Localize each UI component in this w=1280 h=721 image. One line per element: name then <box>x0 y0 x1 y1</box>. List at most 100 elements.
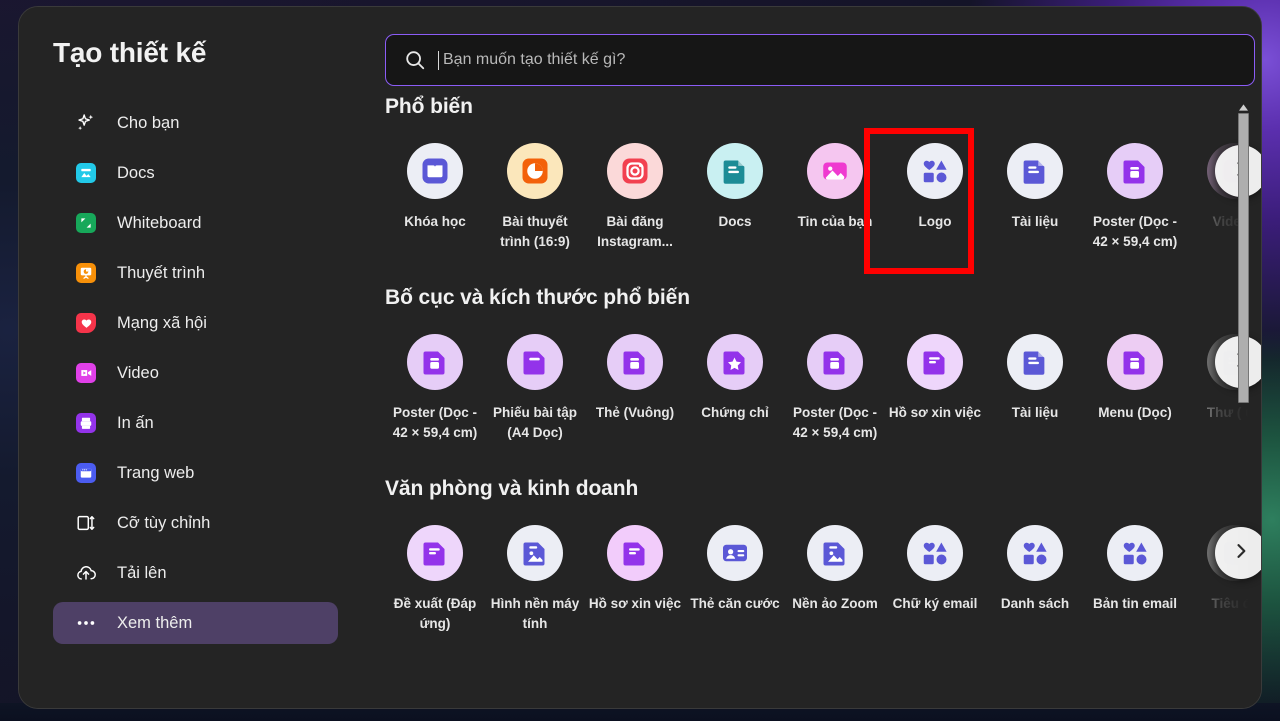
sidebar-item-label: Thuyết trình <box>117 263 206 282</box>
social-heart-icon <box>75 312 97 334</box>
sidebar-item-10[interactable]: Xem thêm <box>53 602 338 644</box>
template-tile-label: Thẻ căn cước <box>690 596 780 611</box>
sidebar-item-5[interactable]: Video <box>53 352 338 394</box>
id-card-icon <box>707 525 763 581</box>
template-tile-label: Poster (Dọc - 42 × 59,4 cm) <box>1092 214 1178 249</box>
wallpaper-icon <box>507 525 563 581</box>
template-tile[interactable]: Bài đăng Instagram... <box>585 143 685 252</box>
doc-icon <box>707 143 763 199</box>
template-tile[interactable]: Poster (Dọc - 42 × 59,4 cm) <box>1085 143 1185 252</box>
video-icon <box>75 362 97 384</box>
template-row: Poster (Dọc - 42 × 59,4 cm) Phiếu bài tập… <box>366 328 1261 458</box>
sidebar-item-label: Xem thêm <box>117 613 193 632</box>
doc-icon <box>1007 334 1063 390</box>
template-tile[interactable]: Thẻ căn cước <box>685 525 785 634</box>
wallpaper-icon <box>807 525 863 581</box>
template-tile[interactable]: Poster (Dọc - 42 × 59,4 cm) <box>385 334 485 443</box>
sidebar-item-8[interactable]: Cỡ tùy chỉnh <box>53 502 338 544</box>
upload-cloud-icon <box>75 562 97 584</box>
template-tile-label: Tài liệu <box>1011 405 1059 420</box>
template-tile[interactable]: Danh sách <box>985 525 1085 634</box>
template-tile[interactable]: Tài liệu <box>985 143 1085 252</box>
template-tile[interactable]: Bản tin email <box>1085 525 1185 634</box>
poster-icon <box>1107 334 1163 390</box>
template-tile-label: Docs <box>718 214 752 229</box>
sidebar-item-1[interactable]: Docs <box>53 152 338 194</box>
whiteboard-icon <box>75 212 97 234</box>
search-bar[interactable]: Bạn muốn tạo thiết kế gì? <box>385 34 1255 86</box>
doc-icon <box>1007 143 1063 199</box>
template-tile-label: Poster (Dọc - 42 × 59,4 cm) <box>392 405 478 440</box>
sidebar-item-9[interactable]: Tải lên <box>53 552 338 594</box>
sidebar-item-label: Cho bạn <box>117 113 180 132</box>
poster-icon <box>407 334 463 390</box>
template-tile-label: Bài đăng Instagram... <box>597 214 673 249</box>
shapes-icon <box>1007 525 1063 581</box>
poster-icon <box>607 334 663 390</box>
more-dots-icon <box>75 612 97 634</box>
sidebar-item-label: Docs <box>117 163 155 182</box>
template-tile-label: Bài thuyết trình (16:9) <box>500 214 570 249</box>
template-tile[interactable]: Phiếu bài tập (A4 Dọc) <box>485 334 585 443</box>
template-tile[interactable]: Hồ sơ xin việc <box>585 525 685 634</box>
template-tile[interactable]: Đề xuất (Đáp ứng) <box>385 525 485 634</box>
template-tile-label: Menu (Dọc) <box>1098 405 1172 420</box>
template-tile-label: Logo <box>918 214 952 229</box>
sidebar: Tạo thiết kế Cho bạn Docs Whiteboard Thuyết… <box>19 7 366 708</box>
main-content: Bạn muốn tạo thiết kế gì? Phổ biến Khóa h… <box>366 7 1261 708</box>
sidebar-item-6[interactable]: In ấn <box>53 402 338 444</box>
template-tile-label: Hình nền máy tính <box>490 596 580 631</box>
section-1: Bố cục và kích thước phổ biến Poster (Dọc… <box>366 286 1261 458</box>
template-tile[interactable]: Logo <box>885 143 985 252</box>
template-tile-label: Chữ ký email <box>892 596 978 611</box>
template-sections-scroll-area[interactable]: Phổ biến Khóa học Bài thuyết trình (16:9) B… <box>366 95 1261 708</box>
template-tile-label: Bản tin email <box>1092 596 1178 611</box>
template-tile[interactable]: Chữ ký email <box>885 525 985 634</box>
page-title: Tạo thiết kế <box>53 37 207 68</box>
template-tile-label: Hồ sơ xin việc <box>588 596 682 611</box>
template-tile[interactable]: Poster (Dọc - 42 × 59,4 cm) <box>785 334 885 443</box>
docs-icon <box>75 162 97 184</box>
sidebar-item-4[interactable]: Mạng xã hội <box>53 302 338 344</box>
template-tile[interactable]: Tin của bạn <box>785 143 885 252</box>
resume-icon <box>907 334 963 390</box>
sidebar-item-label: Tải lên <box>117 563 167 582</box>
template-row: Đề xuất (Đáp ứng) Hình nền máy tính Hồ sơ … <box>366 519 1261 649</box>
template-row: Khóa học Bài thuyết trình (16:9) Bài đăng … <box>366 137 1261 267</box>
book-icon <box>407 143 463 199</box>
template-tile-label: Tài liệu <box>1011 214 1059 229</box>
sidebar-item-7[interactable]: Trang web <box>53 452 338 494</box>
template-tile[interactable]: Khóa học <box>385 143 485 252</box>
template-tile[interactable]: Docs <box>685 143 785 252</box>
sidebar-item-label: Whiteboard <box>117 213 202 232</box>
template-tile[interactable]: Nền ảo Zoom <box>785 525 885 634</box>
sidebar-item-2[interactable]: Whiteboard <box>53 202 338 244</box>
template-tile-label: Nền ảo Zoom <box>792 596 878 611</box>
template-tile-label: Đề xuất (Đáp ứng) <box>393 596 477 631</box>
sidebar-item-0[interactable]: Cho bạn <box>53 102 338 144</box>
resume-icon <box>607 525 663 581</box>
template-tile-label: Thư ( ứn <box>1206 405 1261 420</box>
print-icon <box>75 412 97 434</box>
sidebar-item-label: Mạng xã hội <box>117 313 207 332</box>
template-tile[interactable]: Menu (Dọc) <box>1085 334 1185 443</box>
search-box[interactable]: Bạn muốn tạo thiết kế gì? <box>385 34 1255 86</box>
poster-icon <box>1107 143 1163 199</box>
shapes-icon <box>907 525 963 581</box>
template-tile[interactable]: Chứng chỉ <box>685 334 785 443</box>
template-tile[interactable]: Tài liệu <box>985 334 1085 443</box>
template-tile[interactable]: Hình nền máy tính <box>485 525 585 634</box>
scroll-up-arrow-icon[interactable] <box>1238 103 1248 111</box>
template-tile[interactable]: Bài thuyết trình (16:9) <box>485 143 585 252</box>
section-title: Văn phòng và kinh doanh <box>385 477 639 500</box>
template-tile-label: Hồ sơ xin việc <box>888 405 982 420</box>
template-tile-label: Tin của bạn <box>797 214 873 229</box>
vertical-scrollbar[interactable] <box>1237 103 1249 700</box>
sidebar-item-3[interactable]: Thuyết trình <box>53 252 338 294</box>
scrollbar-thumb[interactable] <box>1238 113 1249 403</box>
search-input[interactable]: Bạn muốn tạo thiết kế gì? <box>443 51 625 69</box>
template-tile[interactable]: Hồ sơ xin việc <box>885 334 985 443</box>
template-tile[interactable]: Thẻ (Vuông) <box>585 334 685 443</box>
website-icon <box>75 462 97 484</box>
custom-size-icon <box>75 512 97 534</box>
